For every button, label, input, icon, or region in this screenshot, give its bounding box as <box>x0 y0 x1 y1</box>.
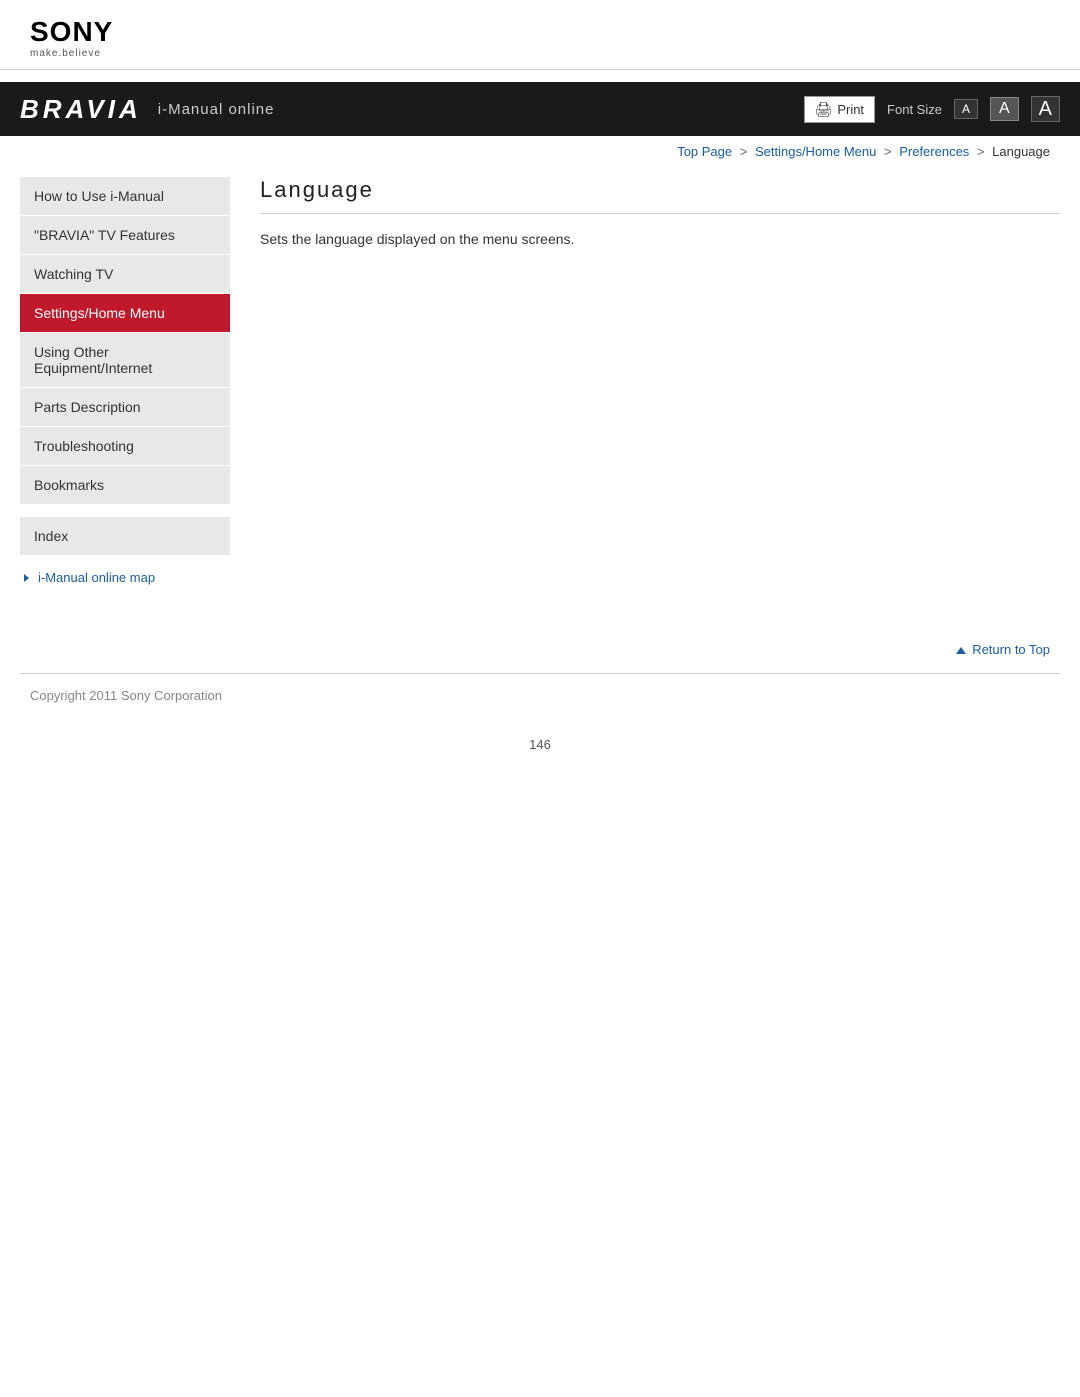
sidebar-item-bravia-tv[interactable]: "BRAVIA" TV Features <box>20 216 230 255</box>
sidebar-item-index[interactable]: Index <box>20 517 230 556</box>
font-large-button[interactable]: A <box>1031 96 1060 122</box>
bravia-left: BRAVIA i-Manual online <box>20 94 274 125</box>
bravia-right: Print Font Size A A A <box>804 96 1060 123</box>
page-title: Language <box>260 177 1060 214</box>
breadcrumb-top-page[interactable]: Top Page <box>677 144 732 159</box>
arrow-right-icon <box>24 574 29 582</box>
copyright-text: Copyright 2011 Sony Corporation <box>30 688 222 703</box>
page-number: 146 <box>0 717 1080 772</box>
sidebar-item-parts-desc[interactable]: Parts Description <box>20 388 230 427</box>
bravia-bar: BRAVIA i-Manual online Print Font Size A… <box>0 82 1080 136</box>
sidebar-item-bookmarks[interactable]: Bookmarks <box>20 466 230 505</box>
logo-bar: SONY make.believe <box>0 0 1080 70</box>
page-description: Sets the language displayed on the menu … <box>260 228 1060 250</box>
printer-icon <box>815 101 833 118</box>
breadcrumb-preferences[interactable]: Preferences <box>899 144 969 159</box>
content-area: Language Sets the language displayed on … <box>260 177 1060 585</box>
breadcrumb-sep-2: > <box>884 144 892 159</box>
online-map-label: i-Manual online map <box>38 570 155 585</box>
breadcrumb-sep-1: > <box>740 144 748 159</box>
bravia-logo: BRAVIA <box>20 94 142 125</box>
sidebar-item-watching-tv[interactable]: Watching TV <box>20 255 230 294</box>
sidebar-item-how-to-use[interactable]: How to Use i-Manual <box>20 177 230 216</box>
sidebar: How to Use i-Manual "BRAVIA" TV Features… <box>20 177 230 585</box>
main-layout: How to Use i-Manual "BRAVIA" TV Features… <box>0 167 1080 605</box>
triangle-up-icon <box>956 647 966 654</box>
breadcrumb-settings-home[interactable]: Settings/Home Menu <box>755 144 876 159</box>
print-button[interactable]: Print <box>804 96 876 123</box>
return-to-top-link[interactable]: Return to Top <box>956 642 1050 657</box>
print-label: Print <box>837 102 864 117</box>
font-size-label: Font Size <box>887 102 942 117</box>
sony-logo: SONY make.believe <box>30 18 1050 59</box>
sony-brand: SONY <box>30 18 113 46</box>
bravia-subtitle: i-Manual online <box>158 101 275 118</box>
breadcrumb-sep-3: > <box>977 144 985 159</box>
sidebar-item-troubleshooting[interactable]: Troubleshooting <box>20 427 230 466</box>
sony-tagline: make.believe <box>30 48 101 59</box>
return-top-label: Return to Top <box>972 642 1050 657</box>
online-map-link[interactable]: i-Manual online map <box>20 570 230 585</box>
font-small-button[interactable]: A <box>954 99 978 119</box>
breadcrumb: Top Page > Settings/Home Menu > Preferen… <box>0 136 1080 167</box>
return-top-bar: Return to Top <box>0 625 1080 673</box>
sidebar-item-using-other[interactable]: Using Other Equipment/Internet <box>20 333 230 388</box>
footer: Copyright 2011 Sony Corporation <box>0 674 1080 717</box>
breadcrumb-current: Language <box>992 144 1050 159</box>
font-medium-button[interactable]: A <box>990 97 1019 121</box>
sidebar-item-settings-home[interactable]: Settings/Home Menu <box>20 294 230 333</box>
